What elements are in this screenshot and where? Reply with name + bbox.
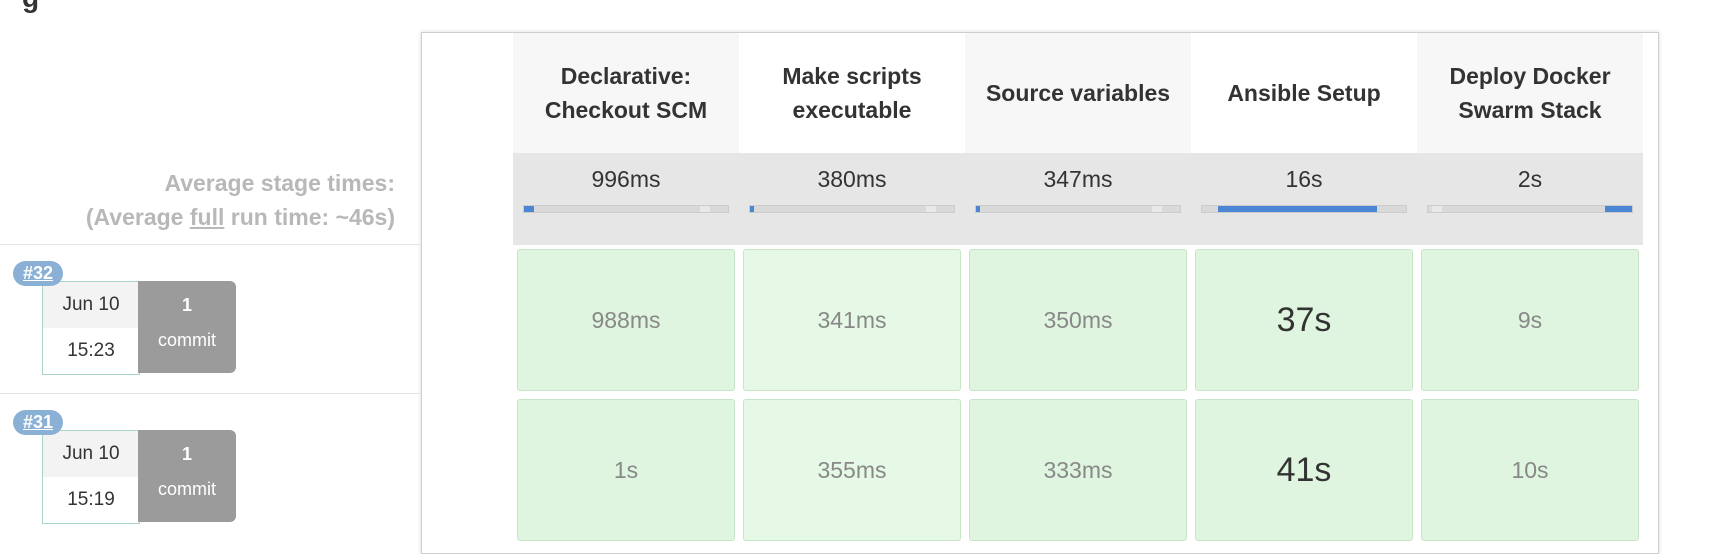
stage-average-time: 16s: [1285, 166, 1323, 192]
stage-header[interactable]: Source variables: [965, 33, 1191, 153]
stage-header[interactable]: Declarative: Checkout SCM: [513, 33, 739, 153]
commits-button[interactable]: 1 commit: [138, 281, 236, 373]
build-time: 15:23: [43, 328, 139, 374]
stage-duration-cell[interactable]: 333ms: [969, 399, 1187, 541]
stage-bar-marker: [926, 206, 936, 212]
stage-column: Ansible Setup 16s 37s 41s: [1191, 33, 1417, 541]
build-row: #31 Jun 10 15:19 1 commit: [0, 393, 420, 544]
average-stage-times-title: Average stage times:: [164, 170, 395, 196]
stage-header[interactable]: Make scripts executable: [739, 33, 965, 153]
build-date: Jun 10: [43, 431, 139, 477]
stage-duration-cell[interactable]: 988ms: [517, 249, 735, 391]
build-date-card: Jun 10 15:19: [42, 430, 140, 524]
stage-average-time: 996ms: [591, 166, 661, 192]
commit-label: commit: [158, 330, 216, 350]
stage-average-time: 347ms: [1043, 166, 1113, 192]
stage-average: 380ms: [739, 153, 965, 245]
stage-column: Declarative: Checkout SCM 996ms 988ms 1s: [513, 33, 739, 541]
commit-count: 1: [181, 444, 192, 464]
stage-duration-cell[interactable]: 1s: [517, 399, 735, 541]
stage-duration-cell[interactable]: 37s: [1195, 249, 1413, 391]
commit-count: 1: [181, 295, 192, 315]
stage-header[interactable]: Ansible Setup: [1191, 33, 1417, 153]
stage-average-bar-fill: [524, 206, 535, 212]
stage-view-table: Declarative: Checkout SCM 996ms 988ms 1s…: [421, 32, 1659, 554]
page-heading-fragment: g: [22, 0, 39, 14]
stage-column: Make scripts executable 380ms 341ms 355m…: [739, 33, 965, 541]
average-full-run-time: (Average full run time: ~46s): [85, 204, 395, 230]
build-date-card: Jun 10 15:23: [42, 281, 140, 375]
stage-column: Deploy Docker Swarm Stack 2s 9s 10s: [1417, 33, 1643, 541]
build-number-badge[interactable]: #32: [13, 261, 64, 286]
stage-bar-marker: [700, 206, 710, 212]
stage-average-bar-fill: [1605, 206, 1632, 212]
stage-average-bar: [523, 205, 729, 213]
stage-average-bar-fill: [1218, 206, 1378, 212]
commits-button[interactable]: 1 commit: [138, 430, 236, 522]
stage-duration-cell[interactable]: 341ms: [743, 249, 961, 391]
stage-average-bar-fill: [976, 206, 981, 212]
stage-average-bar: [1201, 205, 1407, 213]
stage-duration-cell[interactable]: 9s: [1421, 249, 1639, 391]
stage-average: 2s: [1417, 153, 1643, 245]
stage-column: Source variables 347ms 350ms 333ms: [965, 33, 1191, 541]
build-row: #32 Jun 10 15:23 1 commit: [0, 244, 420, 394]
stage-average-bar: [1427, 205, 1633, 213]
stage-bar-marker: [1152, 206, 1162, 212]
build-time: 15:19: [43, 477, 139, 523]
stage-average-time: 380ms: [817, 166, 887, 192]
stage-duration-cell[interactable]: 355ms: [743, 399, 961, 541]
stage-average: 996ms: [513, 153, 739, 245]
full-run-link[interactable]: full: [190, 204, 225, 230]
build-number-badge[interactable]: #31: [13, 410, 64, 435]
stage-duration-cell[interactable]: 41s: [1195, 399, 1413, 541]
stage-header[interactable]: Deploy Docker Swarm Stack: [1417, 33, 1643, 153]
stage-bar-marker: [1432, 206, 1442, 212]
build-date: Jun 10: [43, 282, 139, 328]
stage-duration-cell[interactable]: 10s: [1421, 399, 1639, 541]
stage-average-time: 2s: [1517, 166, 1543, 192]
stage-average: 347ms: [965, 153, 1191, 245]
stage-duration-cell[interactable]: 350ms: [969, 249, 1187, 391]
average-stage-times-label: Average stage times: (Average full run t…: [0, 166, 395, 234]
stage-average-bar: [975, 205, 1181, 213]
commit-label: commit: [158, 479, 216, 499]
stage-average-bar: [749, 205, 955, 213]
stage-average-bar-fill: [750, 206, 755, 212]
stage-average: 16s: [1191, 153, 1417, 245]
